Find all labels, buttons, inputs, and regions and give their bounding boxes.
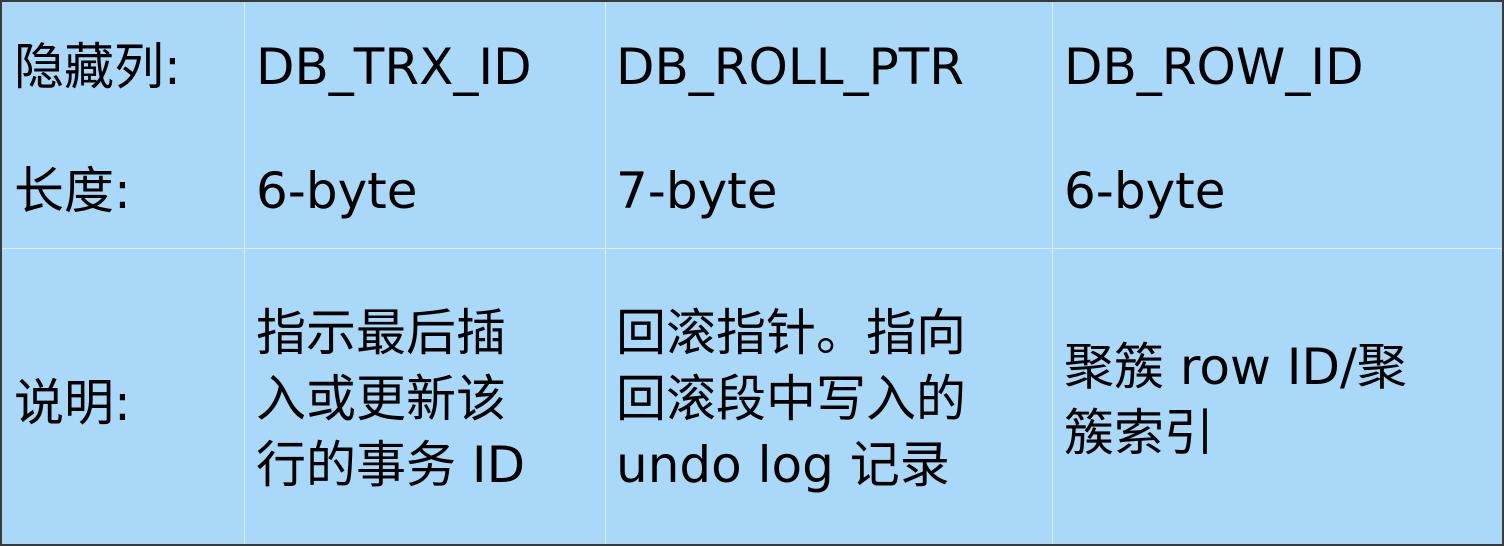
column-name-db-trx-id: DB_TRX_ID [256, 38, 532, 96]
row-label-description: 说明: [14, 374, 131, 432]
column-name-db-row-id: DB_ROW_ID [1064, 38, 1364, 96]
length-db-trx-id: 6-byte [256, 162, 418, 220]
column-divider [1052, 2, 1053, 544]
length-db-row-id: 6-byte [1064, 162, 1226, 220]
row-divider [2, 248, 1502, 249]
description-db-roll-ptr: 回滚指针。指向 回滚段中写入的 undo log 记录 [616, 304, 966, 494]
column-name-db-roll-ptr: DB_ROLL_PTR [616, 38, 965, 96]
hidden-columns-table: 隐藏列: 长度: 说明: DB_TRX_ID DB_ROLL_PTR DB_RO… [0, 0, 1504, 546]
column-divider [605, 2, 606, 544]
length-db-roll-ptr: 7-byte [616, 162, 778, 220]
row-label-hidden-columns: 隐藏列: [14, 38, 181, 96]
description-db-trx-id: 指示最后插 入或更新该 行的事务 ID [256, 304, 526, 494]
column-divider [244, 2, 245, 544]
description-db-row-id: 聚簇 row ID/聚 簇索引 [1064, 338, 1407, 462]
row-label-length: 长度: [14, 162, 131, 220]
